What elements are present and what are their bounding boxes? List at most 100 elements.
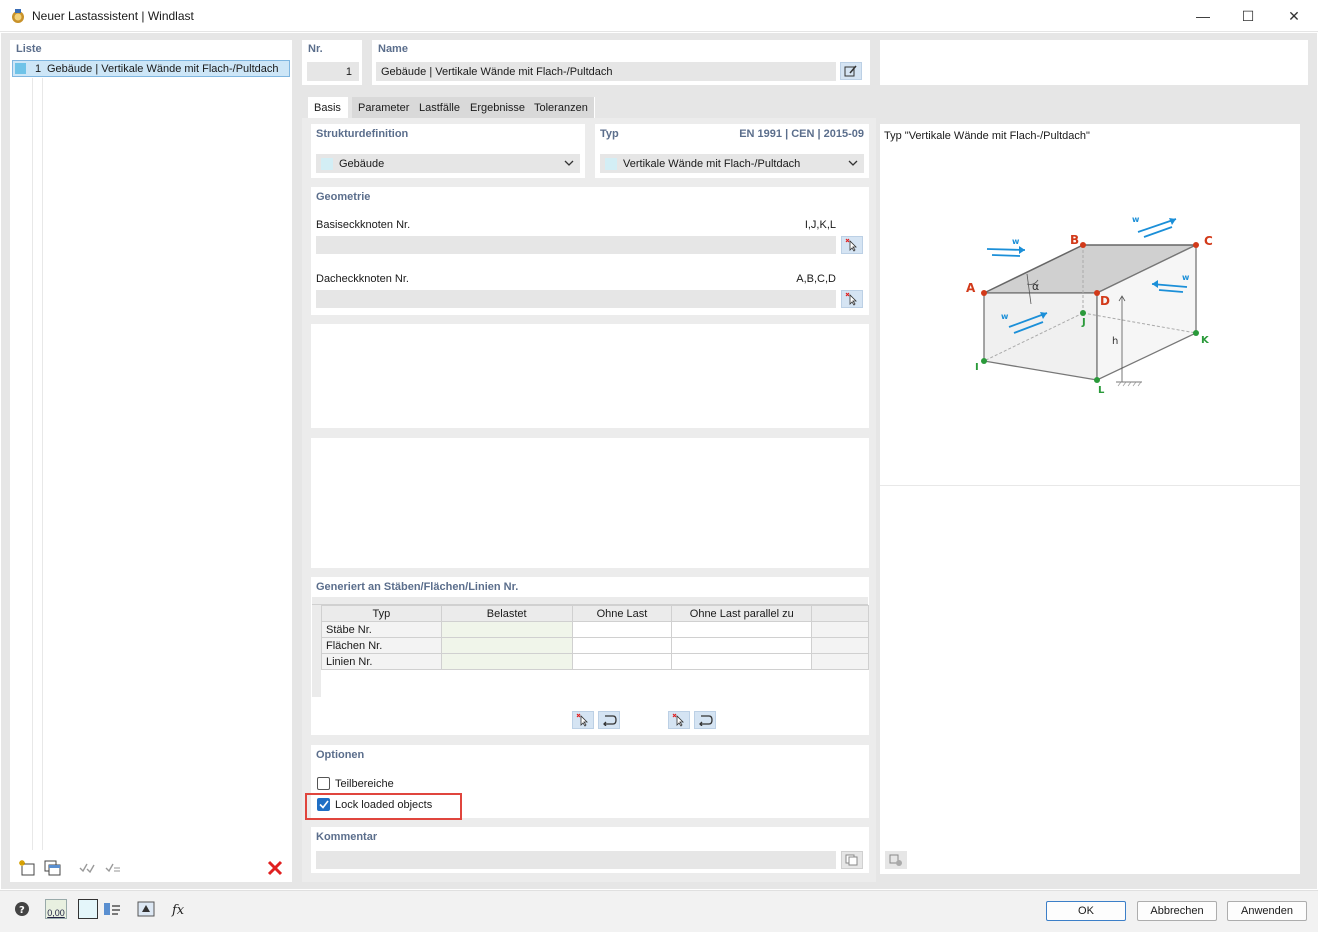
info-panel	[880, 40, 1308, 85]
ok-button[interactable]: OK	[1046, 901, 1126, 921]
row-type: Flächen Nr.	[321, 637, 442, 654]
structure-value: Gebäude	[339, 157, 385, 170]
delete-icon[interactable]	[264, 858, 286, 878]
type-dropdown[interactable]: Vertikale Wände mit Flach-/Pultdach	[600, 154, 864, 173]
type-header: Typ	[600, 128, 619, 140]
label-a: A	[966, 281, 976, 295]
node-b	[1080, 242, 1086, 248]
cell-no-load[interactable]	[571, 637, 673, 654]
ground-hatch	[1117, 381, 1142, 387]
tab-ergebnisse[interactable]: Ergebnisse	[464, 97, 533, 118]
wind-label: w	[1001, 312, 1009, 321]
cell-loaded[interactable]	[440, 653, 573, 670]
reset-objects-button[interactable]	[598, 711, 620, 729]
empty-panel-2	[311, 438, 869, 568]
comment-library-button[interactable]	[841, 851, 863, 869]
pick-objects-button-2[interactable]	[668, 711, 690, 729]
name-panel: Name Gebäude | Vertikale Wände mit Flach…	[372, 40, 870, 85]
app-icon	[10, 8, 26, 24]
color-box-icon[interactable]	[78, 899, 98, 919]
pick-cursor-icon	[576, 713, 588, 727]
name-field[interactable]: Gebäude | Vertikale Wände mit Flach-/Pul…	[376, 62, 836, 81]
uncheck-all-icon[interactable]	[102, 858, 124, 878]
tab-parameter[interactable]: Parameter	[352, 97, 417, 118]
window-title: Neuer Lastassistent | Windlast	[32, 9, 194, 23]
copy-item-icon[interactable]	[42, 858, 64, 878]
structure-header: Strukturdefinition	[316, 128, 409, 140]
list-item-color-swatch	[15, 63, 26, 74]
teilbereiche-checkbox[interactable]	[317, 777, 330, 790]
empty-panel-1	[311, 324, 869, 428]
pick-objects-button[interactable]	[572, 711, 594, 729]
wind-label: w	[1012, 237, 1020, 246]
col-extra	[811, 605, 869, 622]
label-l: L	[1098, 385, 1105, 396]
close-button[interactable]: ✕	[1271, 0, 1317, 32]
new-item-icon[interactable]	[16, 858, 38, 878]
table-group-header	[312, 597, 868, 605]
roof-nodes-hint: A,B,C,D	[796, 273, 836, 285]
cell-loaded[interactable]	[440, 621, 573, 638]
table-header-row: Typ Belastet Ohne Last Ohne Last paralle…	[321, 605, 869, 622]
label-c: C	[1204, 234, 1213, 248]
list-item[interactable]: 1 Gebäude | Vertikale Wände mit Flach-/P…	[12, 60, 290, 77]
teilbereiche-label: Teilbereiche	[335, 778, 394, 790]
number-field[interactable]: 1	[307, 62, 359, 81]
cell-parallel[interactable]	[671, 621, 813, 638]
pick-base-nodes-button[interactable]	[841, 236, 863, 254]
col-belastet: Belastet	[440, 605, 573, 622]
cancel-button[interactable]: Abbrechen	[1137, 901, 1217, 921]
pick-cursor-icon	[672, 713, 684, 727]
cell-no-load[interactable]	[571, 621, 673, 638]
reset-objects-button-2[interactable]	[694, 711, 716, 729]
check-all-icon[interactable]	[76, 858, 98, 878]
table-row: Flächen Nr.	[321, 637, 869, 654]
wind-label: w	[1132, 215, 1140, 224]
cell-loaded[interactable]	[440, 637, 573, 654]
tab-lastfaelle[interactable]: Lastfälle	[413, 97, 467, 118]
comment-header: Kommentar	[316, 831, 378, 843]
edit-name-button[interactable]	[840, 62, 862, 80]
cell-parallel[interactable]	[671, 653, 813, 670]
maximize-button[interactable]: ☐	[1225, 0, 1271, 32]
list-panel: Liste 1 Gebäude | Vertikale Wände mit Fl…	[10, 40, 292, 882]
highlight-box	[305, 793, 462, 820]
comment-input[interactable]	[316, 851, 836, 869]
chevron-down-icon	[848, 160, 858, 166]
label-i: I	[975, 362, 979, 373]
roof-nodes-input[interactable]	[316, 290, 836, 308]
structure-dropdown[interactable]: Gebäude	[316, 154, 580, 173]
row-type: Linien Nr.	[321, 653, 442, 670]
tree-line	[32, 78, 33, 850]
geometry-header: Geometrie	[316, 191, 371, 203]
apply-button[interactable]: Anwenden	[1227, 901, 1307, 921]
base-nodes-input[interactable]	[316, 236, 836, 254]
minimize-button[interactable]: —	[1180, 0, 1226, 32]
col-ohne-last: Ohne Last	[571, 605, 673, 622]
svg-text:?: ?	[19, 905, 25, 916]
units-icon[interactable]	[101, 899, 123, 919]
preview-divider	[880, 485, 1300, 486]
cell-no-load[interactable]	[571, 653, 673, 670]
preview-panel: Typ "Vertikale Wände mit Flach-/Pultdach…	[880, 124, 1300, 874]
decimal-places-icon[interactable]: 0,00	[45, 899, 67, 919]
node-l	[1094, 377, 1100, 383]
tab-toleranzen[interactable]: Toleranzen	[528, 97, 595, 118]
function-icon[interactable]: fx	[168, 899, 190, 919]
table-row: Stäbe Nr.	[321, 621, 869, 638]
undo-arrow-icon	[699, 715, 713, 726]
wind-arrow-icon	[986, 246, 1026, 257]
undo-arrow-icon	[603, 715, 617, 726]
tab-basis[interactable]: Basis	[308, 97, 348, 118]
number-header: Nr.	[308, 43, 323, 55]
cell-parallel[interactable]	[671, 637, 813, 654]
chevron-down-icon	[564, 160, 574, 166]
help-icon[interactable]: ?	[11, 899, 33, 919]
view-icon[interactable]	[135, 899, 157, 919]
comment-panel: Kommentar	[311, 827, 869, 873]
alpha-label: α	[1032, 280, 1039, 293]
wind-arrow-icon	[1137, 218, 1177, 238]
preview-options-button[interactable]	[885, 851, 907, 869]
pick-roof-nodes-button[interactable]	[841, 290, 863, 308]
node-c	[1193, 242, 1199, 248]
